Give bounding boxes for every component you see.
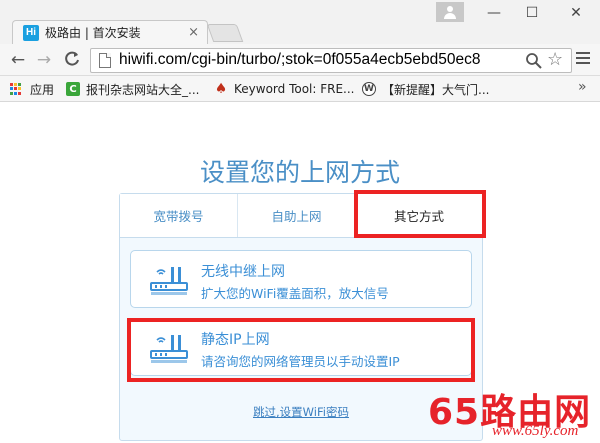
c-favicon-icon: C xyxy=(66,82,80,96)
page-title: 设置您的上网方式 xyxy=(199,158,400,187)
watermark-url-text: www.65ly.com xyxy=(492,423,579,439)
bookmark-magazines[interactable]: C 报刊杂志网站大全_... xyxy=(66,81,199,97)
browser-tab[interactable]: Hi 极路由 | 首次安装 × xyxy=(12,20,208,44)
forward-button[interactable]: → xyxy=(34,50,54,70)
back-button[interactable]: ← xyxy=(8,50,28,70)
bookmark-reminder[interactable]: W 【新提醒】大气门... xyxy=(362,81,489,97)
user-profile-icon[interactable] xyxy=(436,2,464,22)
page-icon xyxy=(99,53,111,68)
url-text[interactable]: hiwifi.com/cgi-bin/turbo/;stok=0f055a4ec… xyxy=(119,51,521,69)
reload-icon xyxy=(65,51,79,66)
highlight-static-ip-option xyxy=(127,318,475,382)
bookmark-label: Keyword Tool: FRE... xyxy=(234,82,355,96)
bookmark-label: 应用 xyxy=(30,82,55,97)
menu-icon[interactable] xyxy=(576,52,590,66)
bookmark-keyword-tool[interactable]: ♠ Keyword Tool: FRE... xyxy=(214,81,355,97)
router-icon xyxy=(150,267,188,295)
option-description: 扩大您的WiFi覆盖面积，放大信号 xyxy=(201,286,389,301)
maximize-button[interactable]: ☐ xyxy=(522,4,542,22)
browser-toolbar: ← → hiwifi.com/cgi-bin/turbo/;stok=0f055… xyxy=(0,44,600,76)
option-wireless-repeater[interactable]: 无线中继上网 扩大您的WiFi覆盖面积，放大信号 xyxy=(130,250,472,308)
wordpress-icon: W xyxy=(362,82,376,96)
address-bar[interactable]: hiwifi.com/cgi-bin/turbo/;stok=0f055a4ec… xyxy=(90,48,572,73)
fire-favicon-icon: ♠ xyxy=(214,81,228,97)
window-close-button[interactable]: ✕ xyxy=(566,4,586,22)
tab-title: 极路由 | 首次安装 xyxy=(45,26,141,40)
bookmark-star-icon[interactable]: ☆ xyxy=(547,49,563,70)
tab-close-icon[interactable]: × xyxy=(188,25,199,40)
title-bar: Hi 极路由 | 首次安装 × — ☐ ✕ xyxy=(0,0,600,44)
site-watermark: 65路由网 www.65ly.com xyxy=(426,383,600,443)
bookmark-label: 【新提醒】大气门... xyxy=(382,82,490,97)
search-icon[interactable] xyxy=(525,52,543,70)
bookmarks-more-button[interactable]: » xyxy=(578,79,587,95)
tab-dhcp[interactable]: 自助上网 xyxy=(238,194,356,237)
highlight-other-methods-tab xyxy=(354,190,486,238)
user-body-shape xyxy=(444,13,456,19)
new-tab-button[interactable] xyxy=(206,24,244,42)
bookmark-apps[interactable]: 应用 xyxy=(10,81,54,97)
minimize-button[interactable]: — xyxy=(484,4,504,22)
bookmarks-bar: 应用 C 报刊杂志网站大全_... ♠ Keyword Tool: FRE...… xyxy=(0,76,600,102)
user-head-shape xyxy=(447,6,453,12)
tab-pppoe[interactable]: 宽带拨号 xyxy=(120,194,238,237)
bookmark-label: 报刊杂志网站大全_... xyxy=(86,82,200,97)
option-title: 无线中继上网 xyxy=(201,264,285,280)
hiwifi-favicon-icon: Hi xyxy=(23,24,39,41)
apps-grid-icon xyxy=(10,83,22,95)
reload-button[interactable] xyxy=(62,50,82,70)
